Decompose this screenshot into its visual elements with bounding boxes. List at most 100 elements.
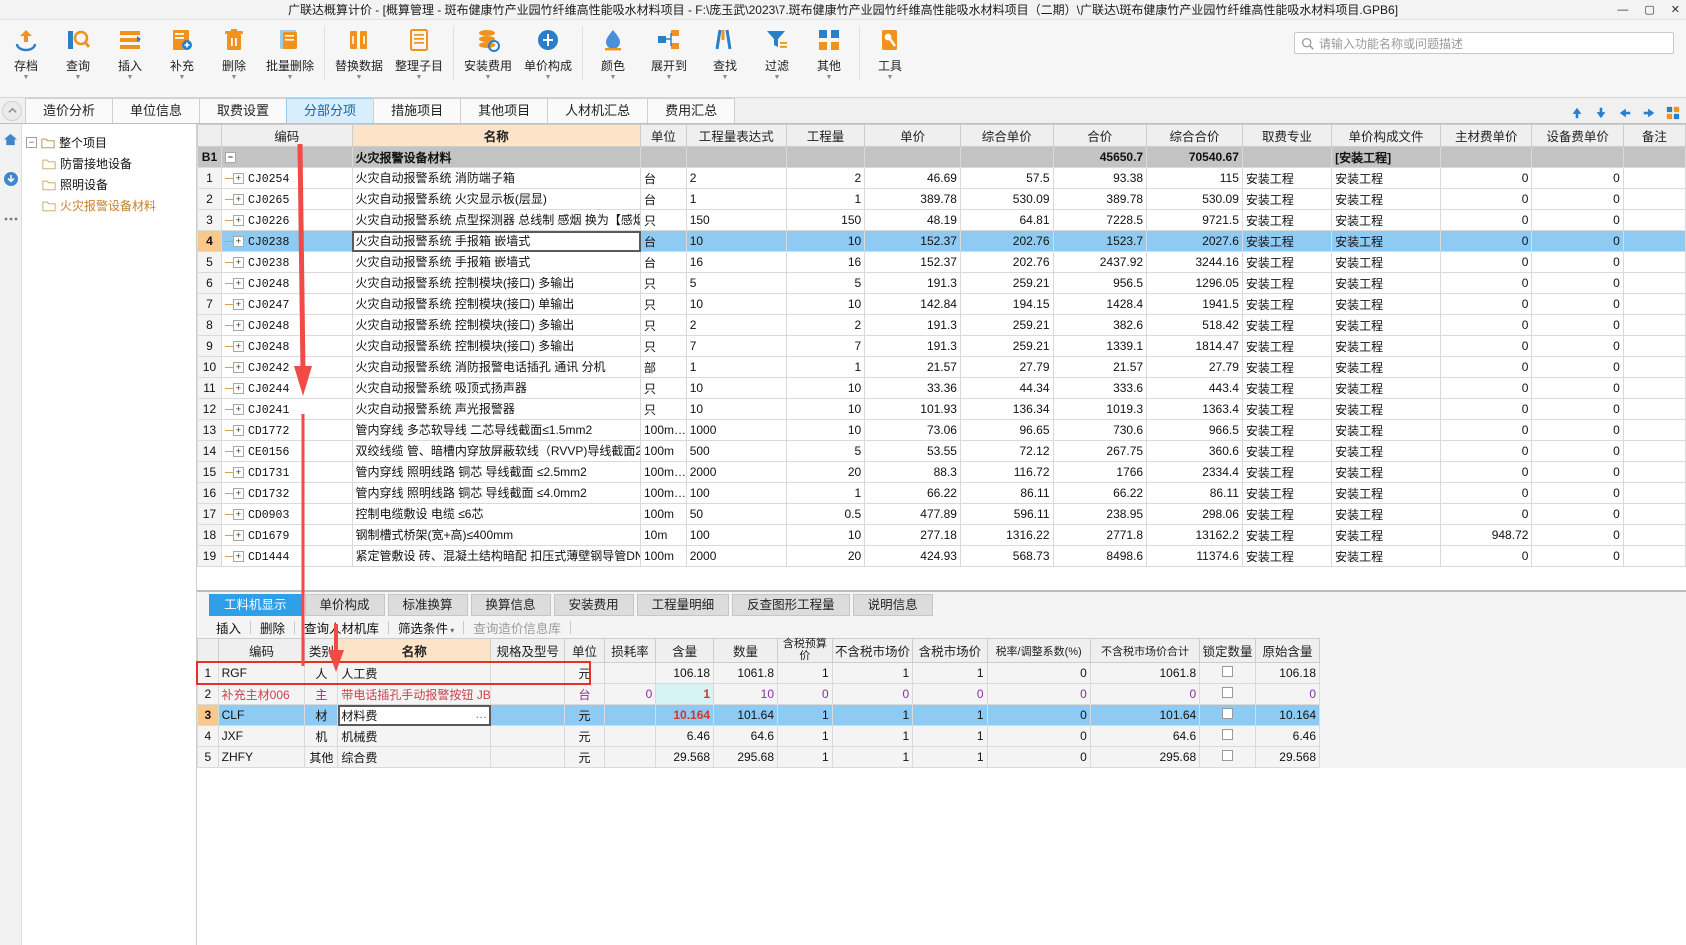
cell-main-material-unit-price[interactable]: 0 (1439, 356, 1533, 378)
expand-row-toggle[interactable]: + (232, 235, 244, 247)
cell-name[interactable]: 人工费 (337, 662, 492, 685)
expand-row-toggle[interactable]: + (232, 277, 244, 289)
lm-column-header-code[interactable]: 编码 (217, 637, 306, 664)
cell-fee-major[interactable]: 安装工程 (1241, 356, 1333, 378)
cell-code[interactable]: + CJ0238 (220, 251, 353, 273)
cell-note[interactable] (1622, 524, 1686, 546)
ribbon-button-query[interactable]: 查询 ▼ (52, 20, 104, 81)
expand-row-toggle[interactable]: + (232, 382, 244, 394)
chevron-down-icon[interactable]: ▼ (75, 74, 82, 81)
cell-comprehensive-unit-price[interactable]: 44.34 (959, 377, 1054, 399)
cell-code[interactable]: + CD1444 (220, 545, 353, 567)
cell-code[interactable]: + CD1679 (220, 524, 353, 546)
cell-no-tax-market-price[interactable]: 0 (831, 683, 914, 706)
lock-quantity-checkbox[interactable] (1222, 666, 1234, 678)
ribbon-button-other[interactable]: 其他 ▼ (803, 20, 855, 81)
cell-fee-major[interactable]: 安装工程 (1241, 524, 1333, 546)
cell-price-composition-file[interactable]: 安装工程 (1331, 356, 1441, 378)
cell-code[interactable]: + CE0156 (220, 440, 353, 462)
cell-comprehensive-unit-price[interactable]: 86.11 (959, 482, 1054, 504)
cell-fee-major[interactable]: 安装工程 (1241, 272, 1333, 294)
table-row[interactable]: 4 JXF 机机械费元 6.46 64.6 1 1 1 0 64.6 6.46 (197, 725, 1321, 748)
table-row[interactable]: 17 + CD0903 控制电缆敷设 电缆 ≤6芯 100m 50 0.5 477.89 596… (197, 503, 1686, 525)
cell-quantity-expression[interactable]: 10 (685, 230, 787, 252)
cell-main-material-unit-price[interactable]: 0 (1439, 461, 1533, 483)
table-row[interactable]: 12 + CJ0241 火灾自动报警系统 声光报警器只 10 10 101.93 136.34… (197, 398, 1686, 420)
chevron-down-icon[interactable]: ▼ (179, 74, 186, 81)
cell-code[interactable]: + CJ0247 (220, 293, 353, 315)
cell-code[interactable]: + CJ0244 (220, 377, 353, 399)
cell-main-material-unit-price[interactable]: 0 (1439, 545, 1533, 567)
chevron-down-icon[interactable]: ▼ (287, 74, 294, 81)
table-row[interactable]: 5 + CJ0238 火灾自动报警系统 手报箱 嵌墙式台 16 16 152.37 202.7… (197, 251, 1686, 273)
tab-labor-material-summary[interactable]: 人材机汇总 (547, 98, 649, 123)
cell-spec-model[interactable] (490, 704, 566, 727)
chevron-down-icon[interactable]: ▼ (774, 74, 781, 81)
cell-fee-major[interactable]: 安装工程 (1241, 167, 1333, 189)
cell-tax-budget-price[interactable]: 0 (777, 683, 833, 706)
ribbon-button-archive[interactable]: 存档 ▼ (0, 20, 52, 81)
cell-price-composition-file[interactable]: 安装工程 (1331, 230, 1441, 252)
name-ellipsis-button[interactable]: … (475, 707, 487, 721)
chevron-down-icon[interactable]: ▼ (545, 74, 552, 81)
cell-unit-price[interactable]: 88.3 (864, 461, 961, 483)
cell-quantity[interactable]: 10 (785, 230, 866, 252)
group-row-code[interactable]: − (220, 146, 353, 168)
cell-main-material-unit-price[interactable]: 0 (1439, 230, 1533, 252)
cell-unit[interactable]: 100m (640, 440, 687, 462)
cell-name[interactable]: 控制电缆敷设 电缆 ≤6芯 (351, 503, 642, 525)
ribbon-button-unit-price-composition[interactable]: 单价构成 ▼ (518, 20, 578, 81)
cell-main-material-unit-price[interactable]: 0 (1439, 209, 1533, 231)
cell-code[interactable]: 补充主材006 (217, 683, 306, 706)
cell-price-composition-file[interactable]: 安装工程 (1331, 188, 1441, 210)
detail-tab-reverse-graphic-quantity[interactable]: 反查图形工程量 (732, 594, 850, 616)
cell-content[interactable]: 1 (655, 683, 715, 706)
tab-other-items[interactable]: 其他项目 (460, 98, 549, 123)
cell-equipment-unit-price[interactable]: 0 (1531, 251, 1624, 273)
lm-column-header-lock-quantity[interactable]: 锁定数量 (1199, 637, 1256, 664)
cell-comprehensive-unit-price[interactable]: 202.76 (959, 230, 1054, 252)
cell-quantity-expression[interactable]: 100 (685, 524, 787, 546)
cell-fee-major[interactable]: 安装工程 (1241, 461, 1333, 483)
cell-quantity-expression[interactable]: 16 (685, 251, 787, 273)
cell-unit[interactable]: 元 (564, 725, 605, 748)
tree-node-fire-alarm[interactable]: 火灾报警设备材料 (26, 195, 192, 216)
cell-name[interactable]: 管内穿线 照明线路 铜芯 导线截面 ≤4.0mm2 (351, 482, 642, 504)
expand-row-toggle[interactable]: + (232, 193, 244, 205)
ribbon-button-color[interactable]: 颜色 ▼ (587, 20, 639, 81)
cell-comprehensive-unit-price[interactable]: 568.73 (959, 545, 1054, 567)
grid-group-row[interactable]: B1 − 火灾报警设备材料 45650.7 70540.67 [安装工程] (197, 146, 1686, 168)
cell-comprehensive-unit-price[interactable]: 530.09 (959, 188, 1054, 210)
expand-row-toggle[interactable]: + (232, 256, 244, 268)
cell-tax-budget-price[interactable]: 1 (777, 746, 833, 769)
column-header-quantity[interactable]: 工程量 (785, 124, 866, 147)
cell-main-material-unit-price[interactable]: 0 (1439, 377, 1533, 399)
cell-unit-price[interactable]: 33.36 (864, 377, 961, 399)
cell-unit-price[interactable]: 142.84 (864, 293, 961, 315)
query-material-library-button[interactable]: 查询人材机库 (295, 618, 388, 637)
cell-unit-price[interactable]: 48.19 (864, 209, 961, 231)
cell-quantity[interactable]: 0.5 (785, 503, 866, 525)
column-header-fee-major[interactable]: 取费专业 (1241, 124, 1333, 147)
cell-note[interactable] (1622, 209, 1686, 231)
cell-fee-major[interactable]: 安装工程 (1241, 209, 1333, 231)
column-header-qty-expression[interactable]: 工程量表达式 (685, 124, 787, 147)
cell-type[interactable]: 机 (304, 725, 339, 748)
cell-quantity[interactable]: 2 (785, 314, 866, 336)
cell-quantity-expression[interactable]: 500 (685, 440, 787, 462)
cell-main-material-unit-price[interactable]: 0 (1439, 293, 1533, 315)
cell-unit[interactable]: 元 (564, 746, 605, 769)
cell-type[interactable]: 主 (304, 683, 339, 706)
column-header-name[interactable]: 名称 (351, 124, 642, 147)
delete-button[interactable]: 删除 (251, 618, 294, 637)
cell-tax-market-price[interactable]: 1 (912, 662, 988, 685)
table-row[interactable]: 15 + CD1731 管内穿线 照明线路 铜芯 导线截面 ≤2.5mm2 100m… 2… (197, 461, 1686, 483)
cell-quantity-expression[interactable]: 1 (685, 356, 787, 378)
cell-tax-rate[interactable]: 0 (986, 662, 1091, 685)
table-row[interactable]: 7 + CJ0247 火灾自动报警系统 控制模块(接口) 单输出只 10 10 142.84… (197, 293, 1686, 315)
lm-column-header-name[interactable]: 名称 (337, 637, 492, 664)
cell-price-composition-file[interactable]: 安装工程 (1331, 503, 1441, 525)
cell-unit[interactable]: 100m… (640, 482, 687, 504)
cell-name[interactable]: 综合费 (337, 746, 492, 769)
table-row[interactable]: 4 + CJ0238 火灾自动报警系统 手报箱 嵌墙式台 10 10 152.37 202.7… (197, 230, 1686, 252)
